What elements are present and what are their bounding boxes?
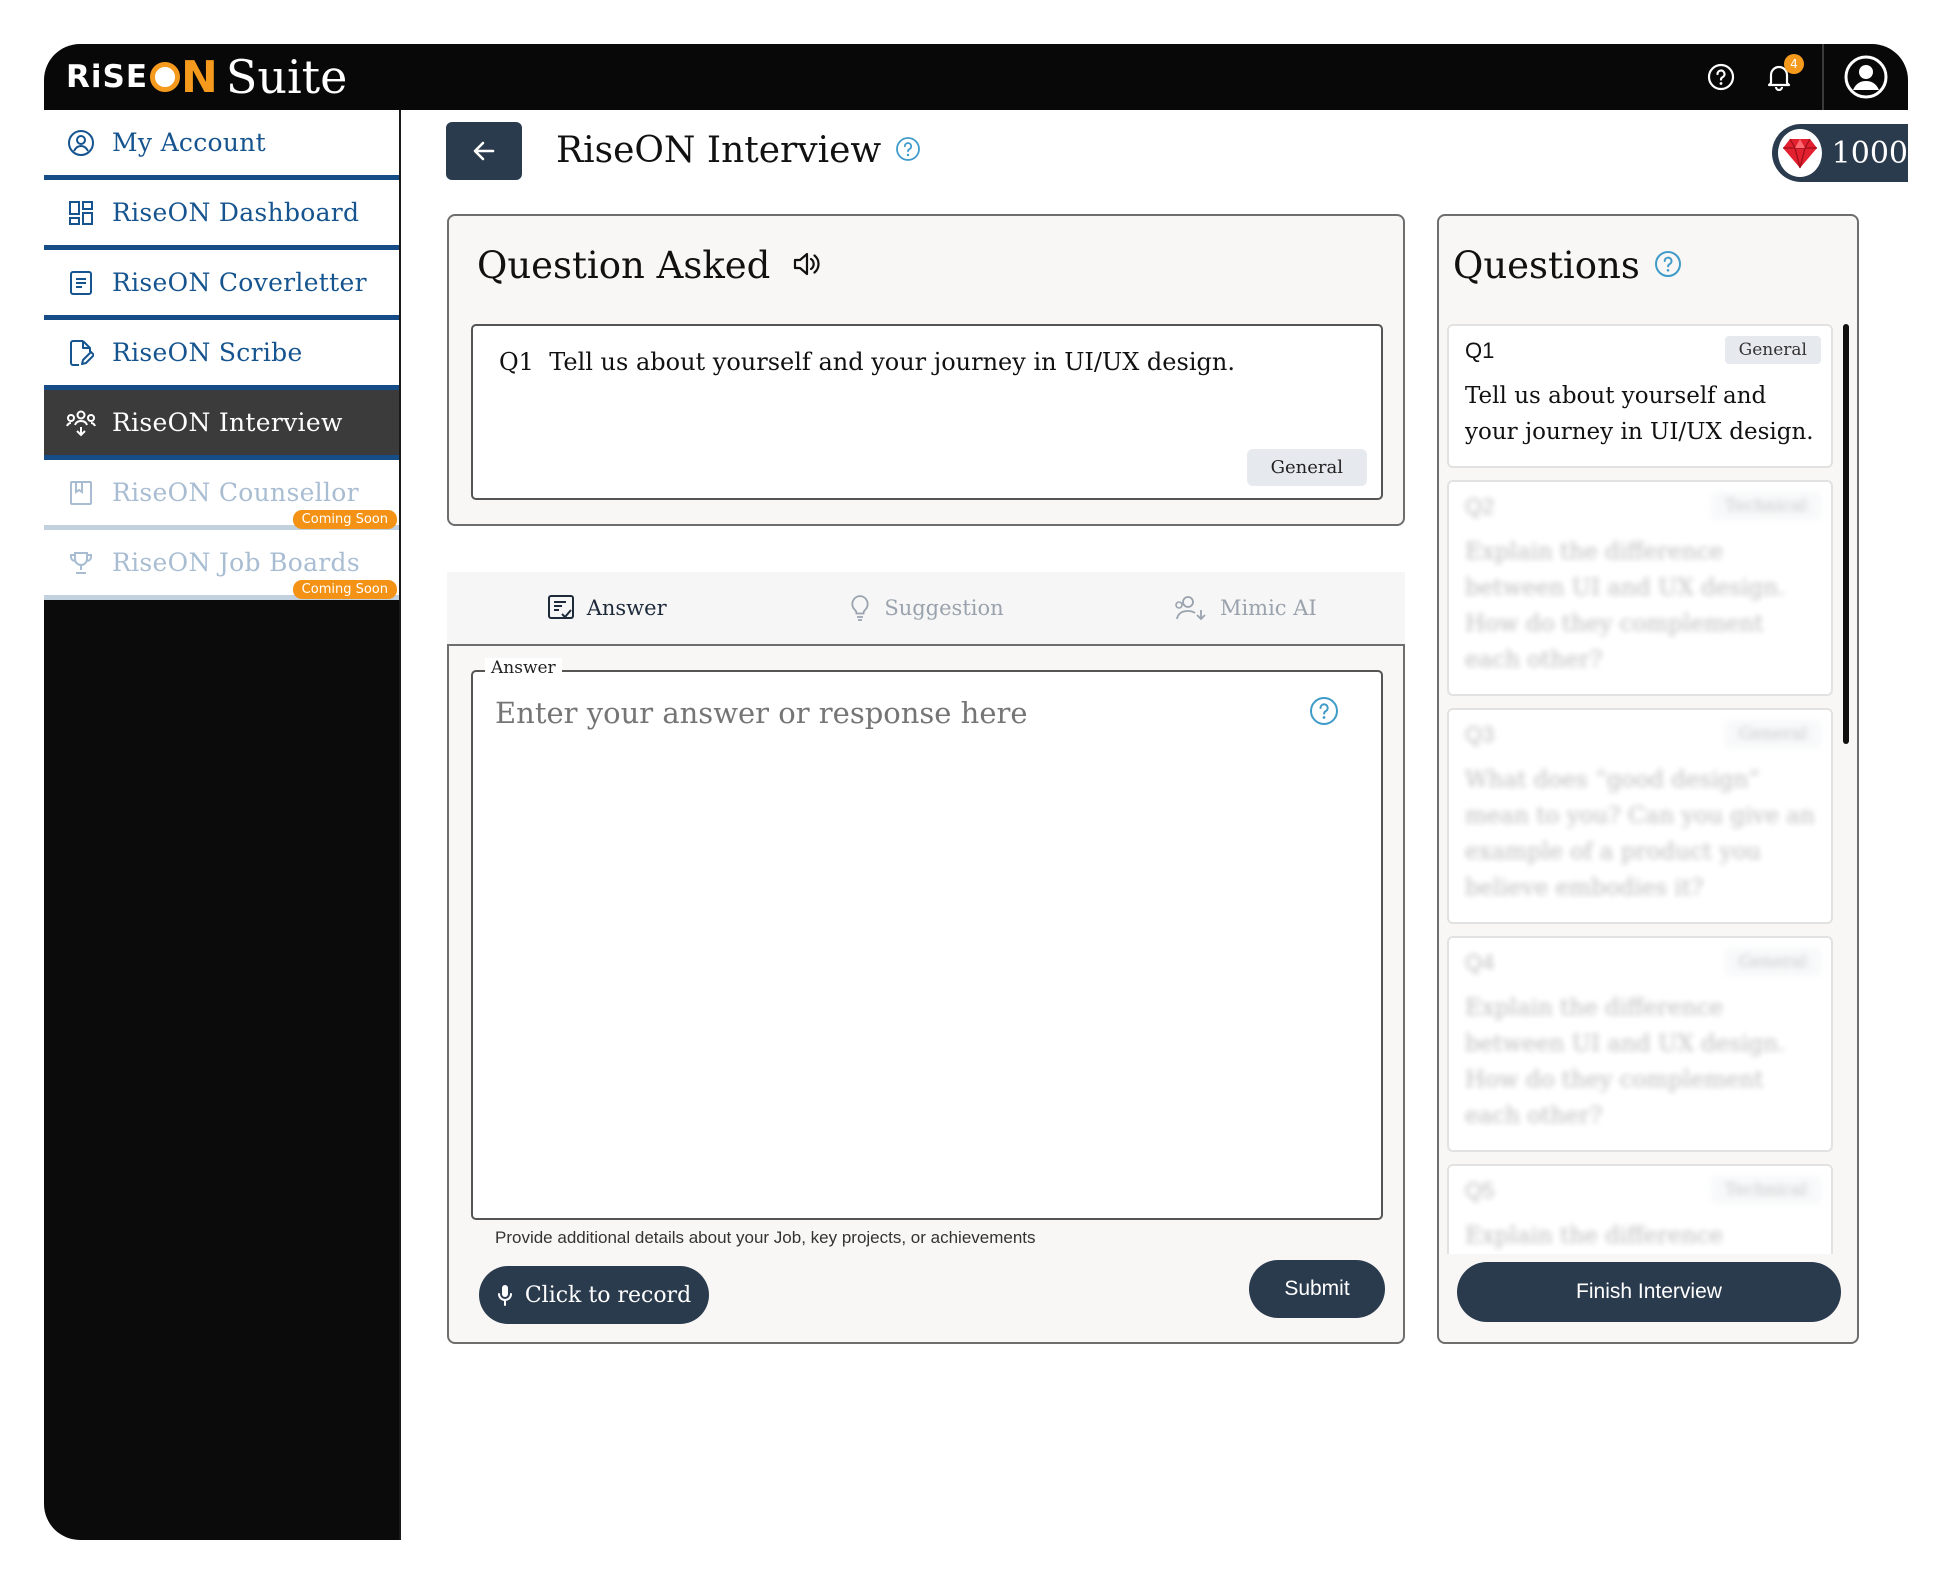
- file-edit-icon: [66, 338, 96, 368]
- sidebar-item-job-boards: RiseON Job Boards Coming Soon: [44, 530, 399, 600]
- answer-input[interactable]: [495, 696, 1295, 730]
- mimic-users-icon: [1174, 595, 1208, 621]
- ruby-gem-icon: [1774, 125, 1826, 181]
- question-item-text: Explain the difference between UI and UX…: [1465, 995, 1786, 1129]
- sidebar-item-label: RiseON Counsellor: [112, 478, 359, 507]
- tab-suggestion[interactable]: Suggestion: [766, 594, 1085, 622]
- answer-card: Answer Provide additional details about …: [447, 644, 1405, 1344]
- sidebar-item-label: RiseON Dashboard: [112, 198, 360, 227]
- lightbulb-icon: [848, 594, 872, 622]
- interview-people-icon: [66, 408, 96, 438]
- sidebar-item-interview[interactable]: RiseON Interview: [44, 390, 399, 460]
- brand-on-text: N: [181, 51, 218, 103]
- questions-heading: Questions: [1453, 244, 1682, 287]
- speaker-icon[interactable]: [792, 244, 822, 287]
- sidebar-item-counsellor: RiseON Counsellor Coming Soon: [44, 460, 399, 530]
- sidebar-item-label: RiseON Coverletter: [112, 268, 367, 297]
- question-display-box: Q1 Tell us about yourself and your journ…: [471, 324, 1383, 500]
- tab-answer-label: Answer: [586, 596, 667, 620]
- question-item-text: Explain the difference between UI and UX…: [1465, 1223, 1723, 1249]
- questions-title: Questions: [1453, 244, 1640, 287]
- page-title-text: RiseON Interview: [556, 130, 882, 171]
- profile-avatar-icon[interactable]: [1824, 44, 1908, 110]
- brand-on-mark: N: [150, 52, 218, 103]
- sidebar-divider: [399, 110, 401, 1540]
- tab-mimic-ai[interactable]: Mimic AI: [1086, 595, 1405, 621]
- tab-suggestion-label: Suggestion: [884, 596, 1004, 620]
- brand-suite-text: Suite: [225, 50, 348, 104]
- sidebar-item-dashboard[interactable]: RiseON Dashboard: [44, 180, 399, 250]
- sidebar-item-scribe[interactable]: RiseON Scribe: [44, 320, 399, 390]
- coming-soon-badge: Coming Soon: [292, 580, 397, 599]
- question-item-tag: General: [1724, 948, 1821, 976]
- dashboard-grid-icon: [66, 198, 96, 228]
- notification-badge: 4: [1784, 54, 1804, 74]
- question-list-item: Q2 Technical Explain the difference betw…: [1447, 480, 1833, 696]
- sidebar-item-coverletter[interactable]: RiseON Coverletter: [44, 250, 399, 320]
- sidebar-item-label: RiseON Job Boards: [112, 548, 360, 577]
- answer-field-legend: Answer: [485, 658, 562, 678]
- questions-panel: Questions Q1 General Tell us about yours…: [1437, 214, 1859, 1344]
- questions-list: Q1 General Tell us about yourself and yo…: [1447, 324, 1833, 1254]
- submit-button[interactable]: Submit: [1249, 1260, 1385, 1318]
- answer-tabs: Answer Suggestion Mimic AI: [447, 572, 1405, 644]
- sidebar: My Account RiseON Dashboard RiseON Cover…: [44, 110, 399, 1540]
- top-actions: 4: [1706, 44, 1908, 110]
- question-item-tag: General: [1724, 336, 1821, 364]
- brand-o-circle: [150, 62, 180, 92]
- tab-answer[interactable]: Answer: [447, 594, 766, 622]
- question-asked-title: Question Asked: [477, 244, 771, 287]
- question-list-item[interactable]: Q1 General Tell us about yourself and yo…: [1447, 324, 1833, 468]
- tab-mimic-ai-label: Mimic AI: [1219, 596, 1317, 620]
- question-item-tag: General: [1724, 720, 1821, 748]
- help-icon[interactable]: [1706, 62, 1736, 92]
- question-item-tag: Technical: [1710, 1176, 1821, 1204]
- brand-logo[interactable]: RiSE N Suite: [66, 50, 347, 104]
- question-item-text: Explain the difference between UI and UX…: [1465, 539, 1786, 673]
- help-circle-icon[interactable]: [895, 130, 921, 171]
- answer-field: Answer: [471, 658, 1383, 1220]
- finish-interview-button[interactable]: Finish Interview: [1457, 1262, 1841, 1322]
- sidebar-nav: My Account RiseON Dashboard RiseON Cover…: [44, 110, 399, 600]
- document-icon: [66, 268, 96, 298]
- question-category-tag: General: [1246, 449, 1367, 486]
- questions-scrollbar[interactable]: [1843, 324, 1849, 744]
- question-asked-card: Question Asked Q1 Tell us about yourself…: [447, 214, 1405, 526]
- question-list-item: Q5 Technical Explain the difference betw…: [1447, 1164, 1833, 1254]
- sidebar-item-label: My Account: [112, 128, 267, 157]
- user-circle-icon: [66, 128, 96, 158]
- question-item-tag: Technical: [1710, 492, 1821, 520]
- question-item-text: What does “good design” mean to you? Can…: [1465, 767, 1815, 901]
- answer-hint: Provide additional details about your Jo…: [495, 1228, 1036, 1247]
- question-item-text: Tell us about yourself and your journey …: [1465, 383, 1814, 445]
- bell-icon[interactable]: 4: [1764, 54, 1804, 92]
- sidebar-item-label: RiseON Interview: [112, 408, 343, 437]
- app-frame: RiSE N Suite 4 My Account RiseON Dashboa…: [44, 44, 1908, 1540]
- answer-list-icon: [547, 594, 575, 622]
- question-list-item: Q3 General What does “good design” mean …: [1447, 708, 1833, 924]
- question-asked-heading: Question Asked: [477, 244, 822, 287]
- question-text: Q1 Tell us about yourself and your journ…: [499, 348, 1235, 376]
- question-number: Q1: [499, 348, 534, 376]
- back-button[interactable]: [446, 122, 522, 180]
- help-circle-icon[interactable]: [1654, 244, 1682, 287]
- answer-help-icon[interactable]: [1309, 696, 1339, 730]
- question-body: Tell us about yourself and your journey …: [549, 348, 1235, 376]
- record-button[interactable]: Click to record: [479, 1266, 709, 1324]
- sidebar-item-my-account[interactable]: My Account: [44, 110, 399, 180]
- page-title: RiseON Interview: [556, 130, 921, 171]
- arrow-left-icon: [473, 141, 495, 161]
- book-icon: [66, 478, 96, 508]
- record-button-label: Click to record: [524, 1282, 692, 1308]
- credits-badge: 1000: [1772, 124, 1908, 182]
- credits-value: 1000: [1831, 135, 1908, 171]
- question-list-item: Q4 General Explain the difference betwee…: [1447, 936, 1833, 1152]
- trophy-icon: [66, 548, 96, 578]
- sidebar-item-label: RiseON Scribe: [112, 338, 303, 367]
- brand-rise-text: RiSE: [66, 59, 148, 95]
- top-bar: RiSE N Suite 4: [44, 44, 1908, 110]
- microphone-icon: [497, 1284, 513, 1306]
- coming-soon-badge: Coming Soon: [292, 510, 397, 529]
